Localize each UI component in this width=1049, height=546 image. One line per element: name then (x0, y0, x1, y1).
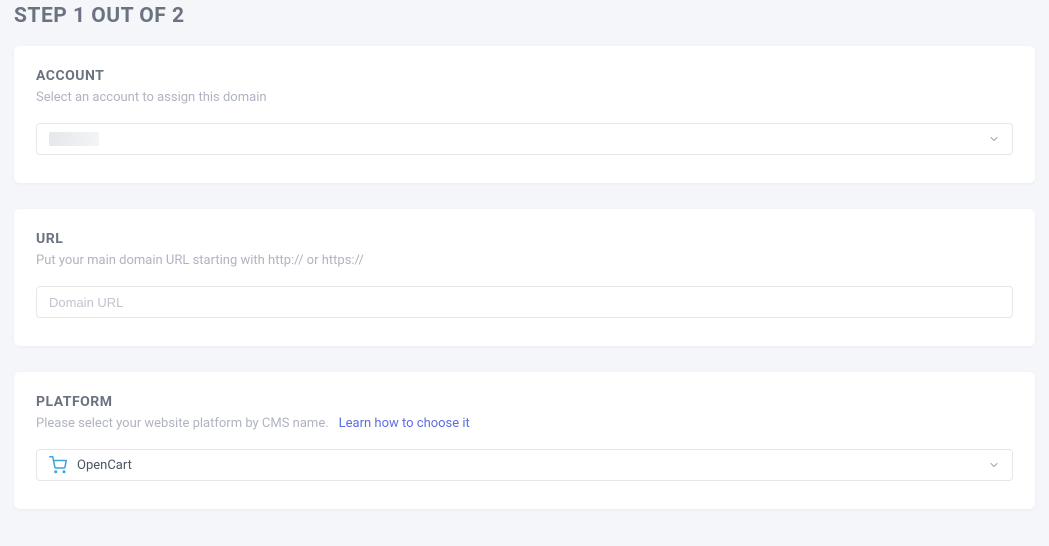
platform-card: PLATFORM Please select your website plat… (14, 372, 1035, 509)
account-select-value (49, 132, 99, 146)
url-card: URL Put your main domain URL starting wi… (14, 209, 1035, 346)
platform-selected-value: OpenCart (77, 458, 132, 473)
account-select[interactable] (36, 123, 1013, 155)
url-title: URL (36, 231, 1013, 247)
platform-title: PLATFORM (36, 394, 1013, 410)
page-title: STEP 1 OUT OF 2 (14, 0, 1035, 46)
platform-select[interactable]: OpenCart (36, 449, 1013, 481)
account-selected-obscured (49, 132, 99, 146)
chevron-down-icon (988, 459, 1000, 471)
account-card: ACCOUNT Select an account to assign this… (14, 46, 1035, 183)
domain-url-input[interactable] (36, 286, 1013, 318)
account-description: Select an account to assign this domain (36, 90, 1013, 105)
cart-icon (49, 456, 67, 474)
url-description: Put your main domain URL starting with h… (36, 253, 1013, 268)
platform-description: Please select your website platform by C… (36, 416, 329, 431)
learn-how-link[interactable]: Learn how to choose it (339, 416, 470, 431)
account-title: ACCOUNT (36, 68, 1013, 84)
chevron-down-icon (988, 133, 1000, 145)
